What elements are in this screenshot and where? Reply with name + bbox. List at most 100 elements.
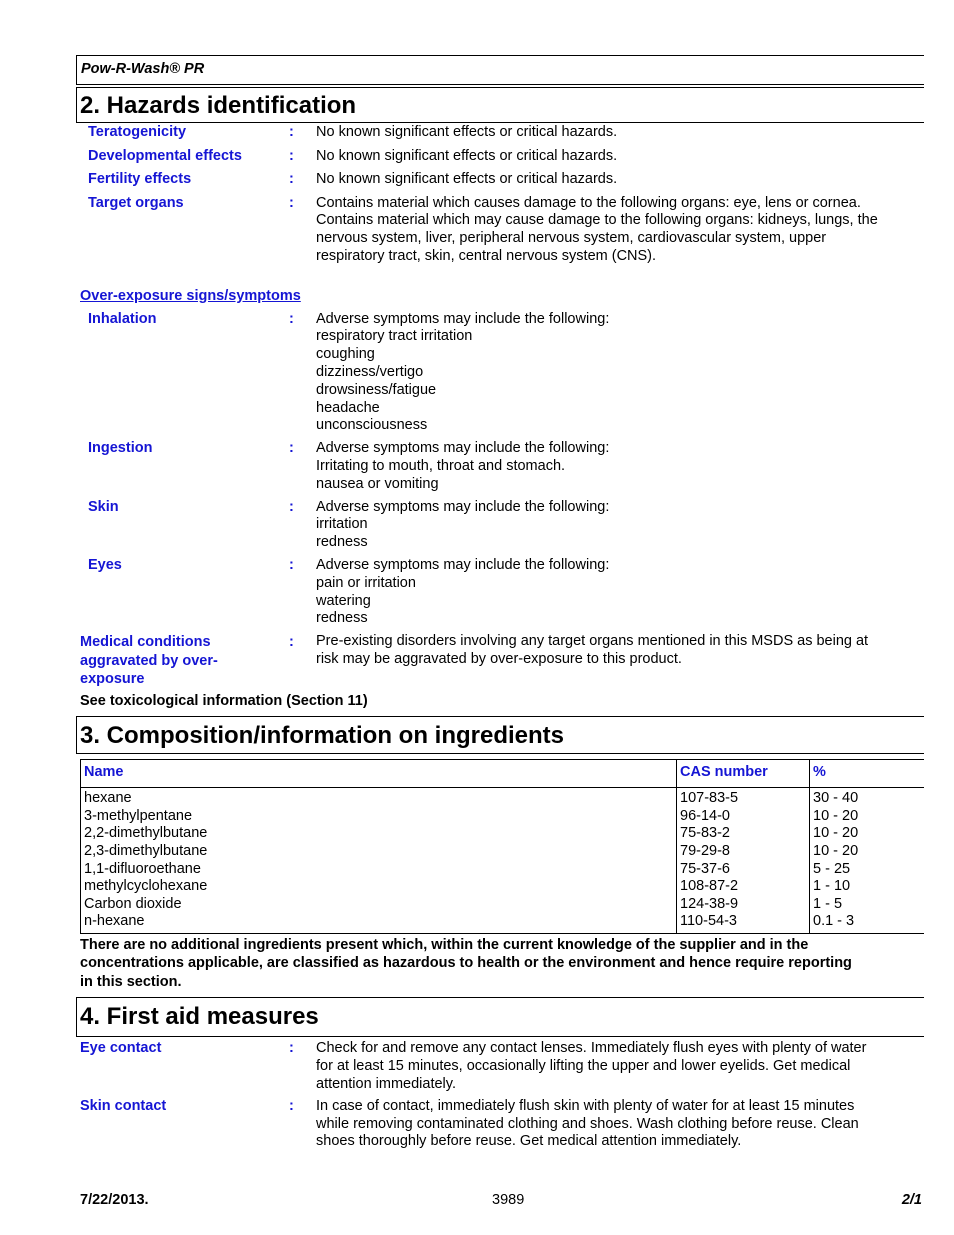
- column-header-cas: CAS number: [676, 759, 810, 789]
- first-aid-label: Skin contact: [80, 1097, 167, 1114]
- first-aid-row-eye-contact: Eye contact : Check for and remove any c…: [76, 1040, 924, 1093]
- colon: :: [289, 171, 294, 187]
- footer-doc-number: 3989: [492, 1192, 525, 1208]
- ingredients-table: Name CAS number % hexane 107-83-5 30 - 40 …: [80, 759, 924, 934]
- colon: :: [289, 498, 294, 515]
- value-line: while removing contaminated clothing and…: [316, 1115, 859, 1132]
- hazard-row-developmental: Developmental effects : No known signifi…: [76, 148, 924, 172]
- value-line: shoes thoroughly before reuse. Get medic…: [316, 1133, 742, 1150]
- symptom-line: pain or irritation: [316, 574, 416, 591]
- cell-percent: 1 - 5: [809, 895, 924, 914]
- symptom-line: nausea or vomiting: [316, 475, 439, 492]
- medical-conditions-label: Medical conditions aggravated by over- e…: [76, 633, 288, 689]
- cell-cas: 75-83-2: [676, 825, 810, 844]
- note-line: in this section.: [80, 973, 182, 990]
- cell-percent: 0.1 - 3: [809, 913, 924, 934]
- symptom-line: dizziness/vertigo: [316, 364, 424, 381]
- value-line: In case of contact, immediately flush sk…: [316, 1097, 855, 1114]
- cell-cas: 124-38-9: [676, 895, 810, 914]
- ingredients-table-body: hexane 107-83-5 30 - 40 3-methylpentane 96-…: [80, 787, 924, 934]
- hazard-value: No known significant effects or critical…: [304, 171, 924, 195]
- cell-cas: 108-87-2: [676, 878, 810, 896]
- hazard-label: Developmental effects: [88, 147, 242, 164]
- symptom-line: drowsiness/fatigue: [316, 381, 437, 398]
- symptom-value: Adverse symptoms may include the followi…: [304, 557, 924, 628]
- table-row: 2,3-dimethylbutane 79-29-8 10 - 20: [80, 843, 924, 861]
- table-row: hexane 107-83-5 30 - 40: [80, 787, 924, 808]
- colon: :: [289, 147, 294, 164]
- cell-name: 2,3-dimethylbutane: [80, 843, 677, 861]
- symptom-label: Inhalation: [88, 310, 157, 327]
- hazard-row-fertility: Fertility effects : No known significant…: [76, 171, 924, 195]
- symptom-label: Skin: [88, 498, 119, 515]
- symptom-line: watering: [316, 592, 371, 609]
- cell-percent: 10 - 20: [809, 843, 924, 861]
- symptom-line: Adverse symptoms may include the followi…: [316, 440, 610, 457]
- cell-cas: 110-54-3: [676, 913, 810, 934]
- table-row: 3-methylpentane 96-14-0 10 - 20: [80, 807, 924, 826]
- label-line: exposure: [80, 671, 145, 688]
- label-line: aggravated by over-: [80, 652, 218, 669]
- hazard-value-line: Contains material which causes damage to…: [316, 194, 861, 211]
- symptom-line: unconsciousness: [316, 417, 428, 434]
- cell-name: methylcyclohexane: [80, 878, 677, 896]
- symptom-line: redness: [316, 610, 368, 627]
- first-aid-value: Check for and remove any contact lenses.…: [304, 1040, 924, 1093]
- symptom-line: Adverse symptoms may include the followi…: [316, 557, 610, 574]
- symptoms-list: Inhalation : Adverse symptoms may includ…: [76, 311, 924, 689]
- column-header-name: Name: [80, 759, 677, 789]
- section-3-title: 3. Composition/information on ingredient…: [76, 716, 924, 755]
- symptom-line: respiratory tract irritation: [316, 328, 473, 345]
- table-header-row: Name CAS number %: [80, 759, 924, 789]
- cell-percent: 5 - 25: [809, 860, 924, 879]
- overexposure-heading: Over-exposure signs/symptoms: [80, 287, 301, 304]
- cell-percent: 30 - 40: [809, 787, 924, 808]
- table-row: n-hexane 110-54-3 0.1 - 3: [80, 913, 924, 934]
- symptom-value: Adverse symptoms may include the followi…: [304, 499, 924, 552]
- hazard-value-line: nervous system, liver, peripheral nervou…: [316, 230, 827, 247]
- symptom-line: headache: [316, 399, 380, 416]
- symptom-row-inhalation: Inhalation : Adverse symptoms may includ…: [76, 311, 924, 436]
- colon: :: [289, 557, 294, 574]
- value-line: risk may be aggravated by over-exposure …: [316, 651, 682, 668]
- first-aid-label: Eye contact: [80, 1040, 162, 1057]
- medical-conditions-row: Medical conditions aggravated by over- e…: [76, 633, 924, 689]
- hazard-label: Fertility effects: [88, 171, 192, 187]
- hazard-value-line: No known significant effects or critical…: [316, 171, 618, 187]
- hazard-row-target-organs: Target organs : Contains material which …: [76, 195, 924, 266]
- see-toxicological-note: See toxicological information (Section 1…: [80, 692, 368, 709]
- symptom-row-skin: Skin : Adverse symptoms may include the …: [76, 499, 924, 552]
- colon: :: [289, 194, 294, 211]
- symptom-line: redness: [316, 534, 368, 551]
- hazard-value: Contains material which causes damage to…: [304, 195, 924, 266]
- product-header: Pow-R-Wash® PR: [76, 55, 924, 85]
- symptom-line: irritation: [316, 516, 368, 533]
- section-4-title: 4. First aid measures: [76, 997, 924, 1038]
- cell-name: 2,2-dimethylbutane: [80, 825, 677, 844]
- symptom-line: Adverse symptoms may include the followi…: [316, 310, 610, 327]
- hazard-value: No known significant effects or critical…: [304, 124, 924, 148]
- hazard-row-teratogenicity: Teratogenicity : No known significant ef…: [76, 124, 924, 148]
- table-row: Carbon dioxide 124-38-9 1 - 5: [80, 895, 924, 914]
- cell-cas: 96-14-0: [676, 807, 810, 826]
- cell-name: 1,1-difluoroethane: [80, 860, 677, 879]
- msds-page: Pow-R-Wash® PR 2. Hazards identification…: [76, 55, 924, 1151]
- cell-name: hexane: [80, 787, 677, 808]
- symptom-value: Adverse symptoms may include the followi…: [304, 440, 924, 493]
- section-2-title: 2. Hazards identification: [76, 87, 924, 123]
- hazard-value-line: No known significant effects or critical…: [316, 124, 618, 140]
- cell-percent: 10 - 20: [809, 807, 924, 826]
- first-aid-list: Eye contact : Check for and remove any c…: [76, 1040, 924, 1151]
- cell-name: n-hexane: [80, 913, 677, 934]
- symptom-line: Irritating to mouth, throat and stomach.: [316, 458, 566, 475]
- symptom-value: Adverse symptoms may include the followi…: [304, 311, 924, 436]
- hazard-value-line: No known significant effects or critical…: [316, 147, 618, 164]
- symptom-label: Ingestion: [88, 440, 153, 457]
- cell-cas: 79-29-8: [676, 843, 810, 861]
- value-line: for at least 15 minutes, occasionally li…: [316, 1058, 851, 1075]
- cell-name: Carbon dioxide: [80, 895, 677, 914]
- symptom-label: Eyes: [88, 557, 122, 574]
- hazard-value-line: Contains material which may cause damage…: [316, 212, 878, 229]
- cell-cas: 107-83-5: [676, 787, 810, 808]
- colon: :: [289, 1040, 294, 1057]
